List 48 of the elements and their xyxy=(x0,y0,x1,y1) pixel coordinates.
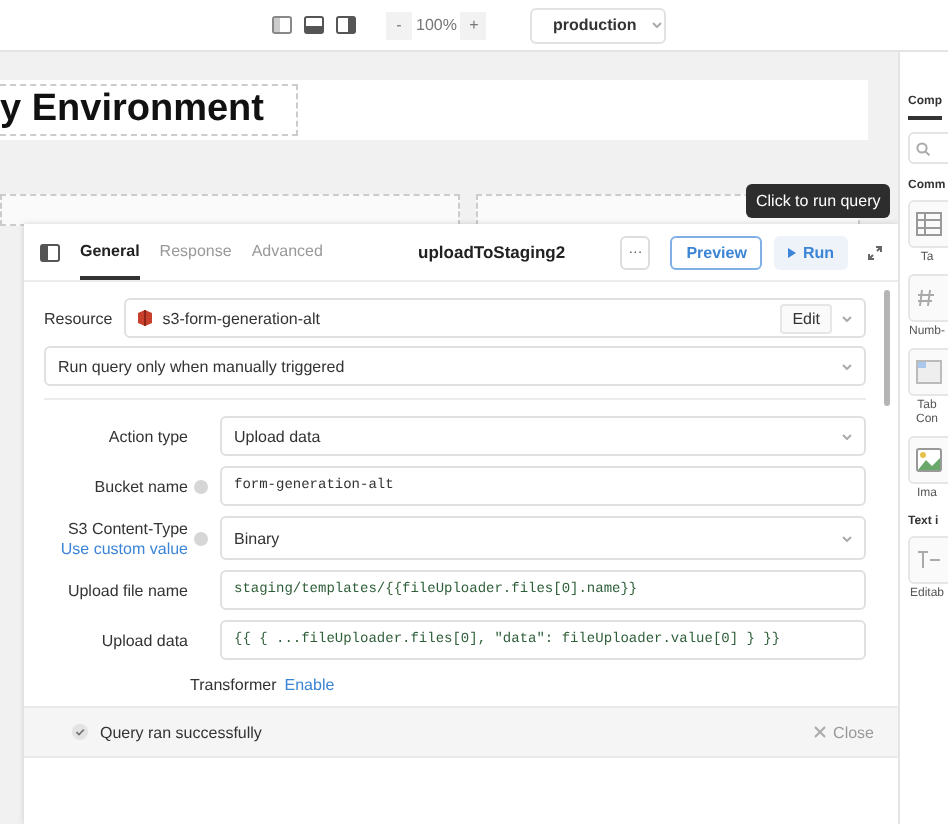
left-panel-icon[interactable] xyxy=(272,16,292,34)
tab[interactable]: General xyxy=(80,224,140,280)
edit-button[interactable]: Edit xyxy=(780,303,832,333)
select-field[interactable]: Upload data xyxy=(220,416,866,456)
image-icon xyxy=(916,447,942,472)
text-icon xyxy=(916,548,942,573)
field-label: Transformer xyxy=(190,676,277,694)
right-panel-icon[interactable] xyxy=(336,16,356,34)
environment-select[interactable]: production xyxy=(530,7,667,43)
trigger-value: Run query only when manually triggered xyxy=(58,357,345,375)
select-value: Binary xyxy=(234,529,280,547)
caret-icon xyxy=(652,22,663,28)
field-label: Upload file name xyxy=(67,581,188,599)
container-icon xyxy=(916,359,942,384)
caret-icon xyxy=(842,433,852,439)
enable-link[interactable]: Enable xyxy=(284,676,335,694)
select-value: Upload data xyxy=(234,427,321,445)
tooltip: Click to run query xyxy=(746,184,891,218)
play-icon xyxy=(788,247,797,257)
close-icon xyxy=(813,726,826,738)
page-title: y Environment xyxy=(0,84,298,136)
resource-name: s3-form-generation-alt xyxy=(162,309,320,327)
search-icon xyxy=(916,141,930,155)
expand-icon[interactable] xyxy=(868,245,882,259)
custom-value-link[interactable]: Use custom value xyxy=(60,539,188,557)
field-label: Action type xyxy=(108,427,188,445)
sidebar-icon[interactable] xyxy=(40,243,60,261)
field-label: Upload data xyxy=(101,631,188,649)
caret-icon xyxy=(842,315,852,321)
select-field[interactable]: Binary xyxy=(220,516,866,560)
status-message: Query ran successfully xyxy=(100,723,262,741)
field-label: S3 Content-Type xyxy=(67,519,188,537)
zoom-out-button[interactable]: - xyxy=(386,11,412,39)
resource-select[interactable]: s3-form-generation-alt Edit xyxy=(124,298,866,338)
preview-button[interactable]: Preview xyxy=(670,235,763,269)
caret-icon xyxy=(842,363,852,369)
zoom-level: 100% xyxy=(416,16,457,34)
check-icon xyxy=(72,724,88,740)
bottom-panel-icon[interactable] xyxy=(304,16,324,34)
scrollbar[interactable] xyxy=(884,290,890,406)
s3-bucket-icon xyxy=(138,310,153,326)
field-label: Resource xyxy=(44,309,113,327)
zoom-in-button[interactable]: + xyxy=(460,11,487,39)
caret-icon xyxy=(842,535,852,541)
table-icon xyxy=(916,212,942,236)
trigger-select[interactable]: Run query only when manually triggered xyxy=(44,346,866,386)
field-label: Bucket name xyxy=(94,477,188,495)
query-name: uploadToStaging2 xyxy=(416,242,568,262)
